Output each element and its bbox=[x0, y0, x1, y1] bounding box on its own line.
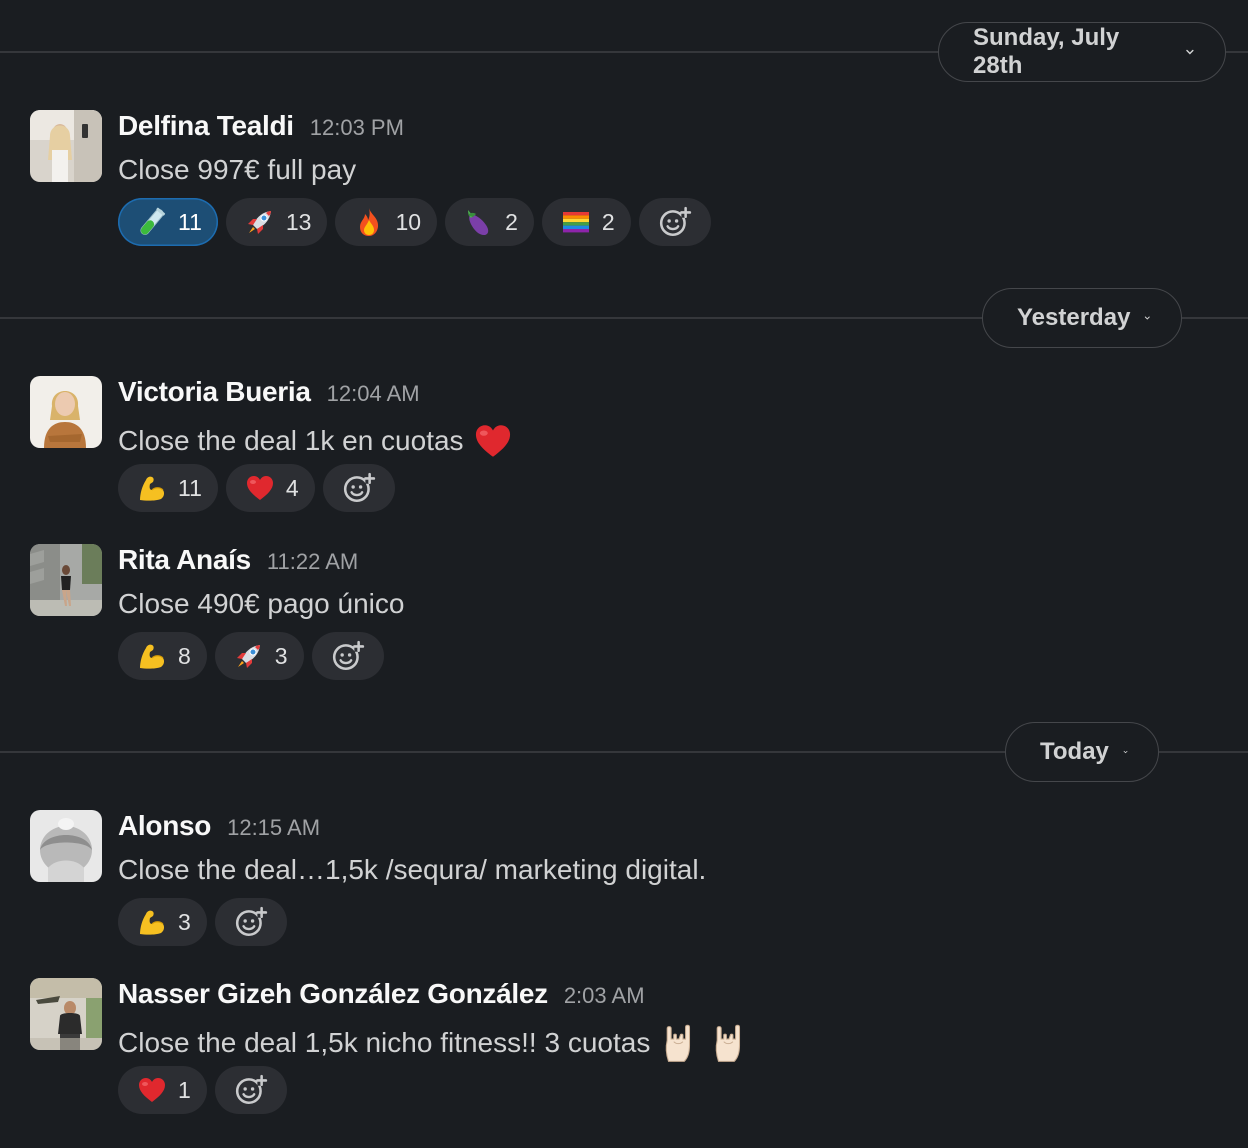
fire-icon bbox=[353, 206, 385, 238]
reactions-bar: 11 13 10 2 2 bbox=[118, 198, 711, 246]
reaction-count: 1 bbox=[178, 1076, 191, 1103]
author-name[interactable]: Delfina Tealdi bbox=[118, 110, 294, 142]
timestamp[interactable]: 2:03 AM bbox=[564, 983, 645, 1009]
date-label: Yesterday bbox=[1017, 304, 1131, 331]
avatar[interactable] bbox=[30, 110, 102, 182]
sign-of-horns-icon bbox=[708, 1022, 750, 1064]
reaction-count: 3 bbox=[178, 908, 191, 935]
add-reaction-icon bbox=[234, 1073, 268, 1107]
date-label: Sunday, July 28th bbox=[973, 24, 1120, 79]
date-jump-button-yesterday[interactable]: Yesterday bbox=[982, 288, 1182, 348]
message-text: Close 490€ pago único bbox=[118, 588, 405, 619]
flexed-biceps-icon bbox=[136, 640, 168, 672]
reaction-rocket[interactable]: 3 bbox=[214, 632, 304, 680]
date-jump-button-today[interactable]: Today bbox=[1005, 722, 1159, 782]
message-text: Close the deal 1k en cuotas bbox=[118, 425, 464, 456]
message-text: Close the deal 1,5k nicho fitness!! 3 cu… bbox=[118, 1027, 651, 1058]
flexed-biceps-icon bbox=[136, 906, 168, 938]
author-name[interactable]: Nasser Gizeh González González bbox=[118, 978, 548, 1010]
reactions-bar: 3 bbox=[118, 898, 287, 946]
author-name[interactable]: Alonso bbox=[118, 810, 211, 842]
message-alonso: Alonso 12:15 AM Close the deal…1,5k /seq… bbox=[0, 810, 1248, 950]
date-divider-today: Today bbox=[0, 722, 1248, 782]
reaction-fire[interactable]: 10 bbox=[335, 198, 438, 246]
reaction-count: 2 bbox=[601, 208, 615, 235]
reaction-eggplant[interactable]: 2 bbox=[445, 198, 534, 246]
avatar[interactable] bbox=[30, 810, 102, 882]
flexed-biceps-icon bbox=[136, 472, 168, 504]
add-reaction-icon bbox=[331, 639, 365, 673]
reaction-count: 8 bbox=[178, 642, 191, 669]
test-tube-icon bbox=[136, 206, 168, 238]
reaction-count: 4 bbox=[285, 474, 299, 501]
timestamp[interactable]: 11:22 AM bbox=[267, 549, 358, 575]
chevron-down-icon bbox=[1123, 747, 1128, 757]
date-label: Today bbox=[1040, 738, 1109, 765]
reaction-rocket[interactable]: 13 bbox=[225, 198, 328, 246]
reaction-count: 3 bbox=[274, 642, 288, 669]
avatar[interactable] bbox=[30, 376, 102, 448]
reaction-red-heart[interactable]: 1 bbox=[118, 1066, 207, 1114]
date-divider-yesterday: Yesterday bbox=[0, 288, 1248, 348]
message-delfina: Delfina Tealdi 12:03 PM Close 997€ full … bbox=[0, 110, 1248, 250]
eggplant-icon bbox=[463, 206, 495, 238]
avatar[interactable] bbox=[30, 978, 102, 1050]
timestamp[interactable]: 12:04 AM bbox=[327, 381, 420, 407]
add-reaction-button[interactable] bbox=[311, 632, 384, 680]
message-text: Close 997€ full pay bbox=[118, 154, 357, 185]
add-reaction-button[interactable] bbox=[214, 1066, 287, 1114]
reaction-flexed-biceps[interactable]: 8 bbox=[118, 632, 207, 680]
message-victoria: Victoria Bueria 12:04 AM Close the deal … bbox=[0, 376, 1248, 516]
reaction-flexed-biceps[interactable]: 3 bbox=[118, 898, 207, 946]
red-heart-icon bbox=[136, 1074, 168, 1106]
reaction-count: 2 bbox=[505, 208, 518, 235]
reactions-bar: 8 3 bbox=[118, 632, 384, 680]
message-text: Close the deal…1,5k /sequra/ marketing d… bbox=[118, 854, 707, 885]
add-reaction-icon bbox=[342, 471, 376, 505]
add-reaction-button[interactable] bbox=[638, 198, 711, 246]
reaction-count: 10 bbox=[395, 208, 422, 235]
chevron-down-icon bbox=[1144, 313, 1151, 323]
message-feed: Sunday, July 28th Delfina Tealdi 12:03 P… bbox=[0, 0, 1248, 1148]
avatar[interactable] bbox=[30, 544, 102, 616]
author-name[interactable]: Victoria Bueria bbox=[118, 376, 311, 408]
reactions-bar: 11 4 bbox=[118, 464, 395, 512]
reaction-count: 11 bbox=[178, 474, 202, 501]
reaction-count: 11 bbox=[178, 208, 202, 235]
add-reaction-icon bbox=[658, 205, 692, 239]
rocket-icon bbox=[233, 640, 265, 672]
reaction-flexed-biceps[interactable]: 11 bbox=[118, 464, 218, 512]
reaction-red-heart[interactable]: 4 bbox=[225, 464, 315, 512]
add-reaction-button[interactable] bbox=[322, 464, 395, 512]
rocket-icon bbox=[244, 206, 276, 238]
chevron-down-icon bbox=[1185, 47, 1195, 57]
sign-of-horns-icon bbox=[658, 1022, 700, 1064]
reaction-rainbow-flag[interactable]: 2 bbox=[541, 198, 631, 246]
author-name[interactable]: Rita Anaís bbox=[118, 544, 251, 576]
message-rita: Rita Anaís 11:22 AM Close 490€ pago únic… bbox=[0, 544, 1248, 684]
timestamp[interactable]: 12:03 PM bbox=[310, 115, 404, 141]
red-heart-icon bbox=[472, 420, 514, 462]
rainbow-flag-icon bbox=[560, 206, 592, 238]
red-heart-icon bbox=[244, 472, 276, 504]
add-reaction-icon bbox=[234, 905, 268, 939]
reaction-count: 13 bbox=[285, 208, 312, 235]
reaction-test-tube[interactable]: 11 bbox=[118, 198, 218, 246]
date-divider-sunday: Sunday, July 28th bbox=[0, 22, 1248, 82]
reactions-bar: 1 bbox=[118, 1066, 287, 1114]
message-nasser: Nasser Gizeh González González 2:03 AM C… bbox=[0, 978, 1248, 1118]
date-jump-button-sunday[interactable]: Sunday, July 28th bbox=[938, 22, 1226, 82]
timestamp[interactable]: 12:15 AM bbox=[227, 815, 320, 841]
add-reaction-button[interactable] bbox=[214, 898, 287, 946]
